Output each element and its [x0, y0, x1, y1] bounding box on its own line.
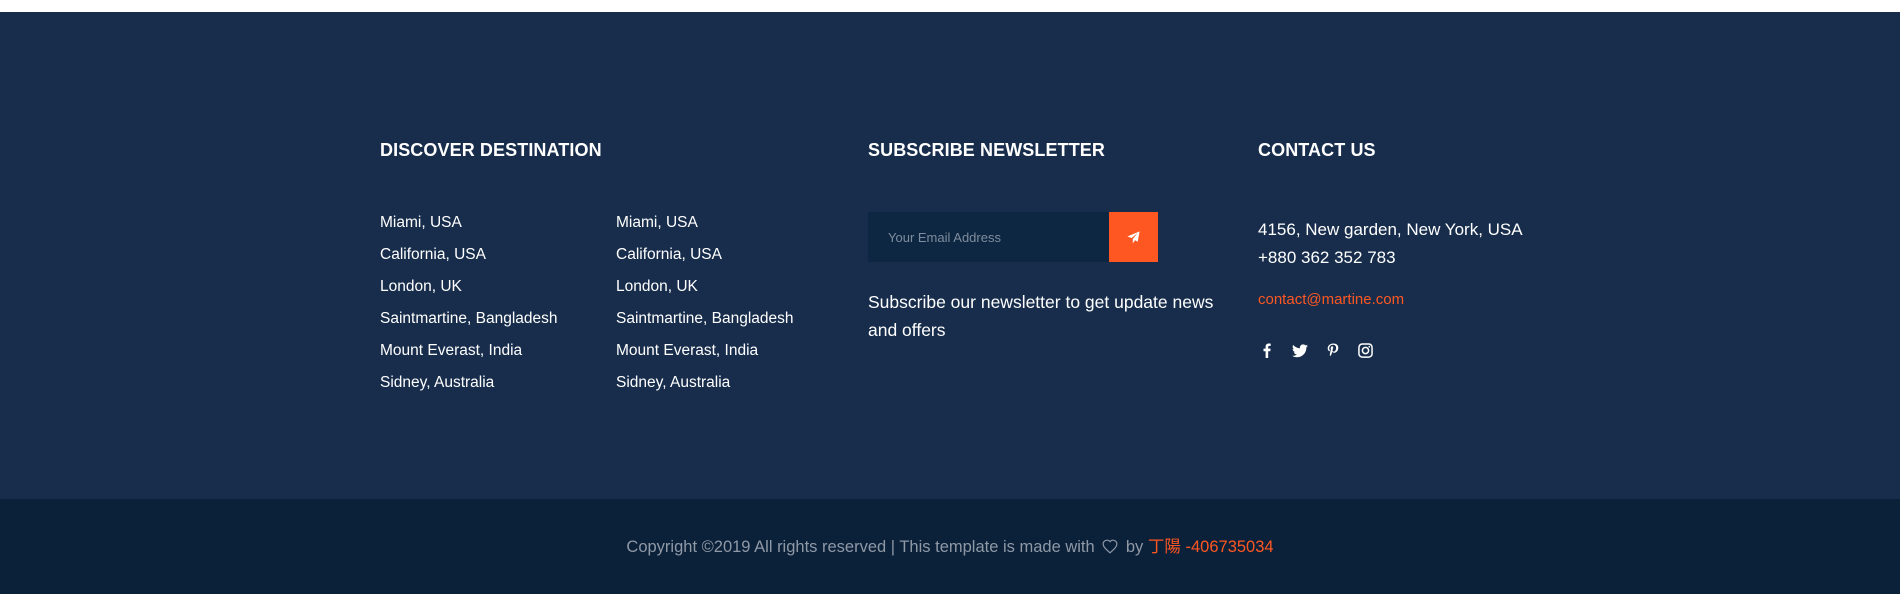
- destination-link[interactable]: Miami, USA: [380, 213, 462, 233]
- destination-link[interactable]: Sidney, Australia: [616, 373, 730, 393]
- list-item: Mount Everast, India: [616, 341, 794, 373]
- facebook-icon: [1263, 343, 1271, 358]
- newsletter-section: SUBSCRIBE NEWSLETTER Subscribe our newsl…: [868, 140, 1213, 340]
- top-strip: [0, 0, 1900, 12]
- twitter-icon: [1291, 343, 1308, 357]
- list-item: California, USA: [380, 245, 558, 277]
- contact-details: 4156, New garden, New York, USA +880 362…: [1258, 216, 1523, 272]
- subscribe-button[interactable]: [1109, 212, 1158, 262]
- list-item: Mount Everast, India: [380, 341, 558, 373]
- destination-heading: DISCOVER DESTINATION: [380, 140, 602, 160]
- facebook-link[interactable]: [1258, 342, 1275, 359]
- contact-email-link[interactable]: contact@martine.com: [1258, 291, 1404, 308]
- author-link[interactable]: 丁陽 -406735034: [1148, 538, 1274, 556]
- instagram-link[interactable]: [1357, 342, 1374, 359]
- instagram-icon: [1358, 343, 1373, 358]
- destination-link[interactable]: Saintmartine, Bangladesh: [616, 309, 794, 329]
- pinterest-link[interactable]: [1324, 342, 1341, 359]
- destination-link[interactable]: Sidney, Australia: [380, 373, 494, 393]
- twitter-link[interactable]: [1291, 342, 1308, 359]
- destination-link[interactable]: Mount Everast, India: [380, 341, 522, 361]
- destination-link[interactable]: California, USA: [380, 245, 486, 265]
- destination-link[interactable]: London, UK: [616, 277, 698, 297]
- list-item: California, USA: [616, 245, 794, 277]
- list-item: Miami, USA: [616, 213, 794, 245]
- paper-plane-icon: [1127, 230, 1140, 243]
- destination-link[interactable]: California, USA: [616, 245, 722, 265]
- list-item: Saintmartine, Bangladesh: [616, 309, 794, 341]
- contact-phone: +880 362 352 783: [1258, 248, 1396, 267]
- pinterest-icon: [1327, 343, 1338, 357]
- social-links: [1258, 342, 1374, 359]
- destination-link[interactable]: Miami, USA: [616, 213, 698, 233]
- list-item: Miami, USA: [380, 213, 558, 245]
- copyright-text: Copyright ©2019 All rights reserved | Th…: [0, 533, 1900, 557]
- copyright-by: by: [1125, 538, 1144, 556]
- copyright-prefix: Copyright ©2019 All rights reserved | Th…: [626, 538, 1095, 556]
- list-item: Saintmartine, Bangladesh: [380, 309, 558, 341]
- contact-heading: CONTACT US: [1258, 140, 1376, 160]
- newsletter-heading: SUBSCRIBE NEWSLETTER: [868, 140, 1106, 160]
- destination-section: DISCOVER DESTINATION Miami, USA Californ…: [380, 140, 794, 391]
- destination-link[interactable]: Mount Everast, India: [616, 341, 758, 361]
- contact-address: 4156, New garden, New York, USA: [1258, 220, 1523, 239]
- contact-section: CONTACT US 4156, New garden, New York, U…: [1258, 140, 1523, 358]
- list-item: Sidney, Australia: [616, 373, 794, 405]
- destination-link[interactable]: London, UK: [380, 277, 462, 297]
- email-input[interactable]: [868, 212, 1109, 262]
- newsletter-form: [868, 212, 1158, 262]
- list-item: London, UK: [380, 277, 558, 309]
- heart-icon: [1102, 539, 1118, 554]
- list-item: London, UK: [616, 277, 794, 309]
- newsletter-description: Subscribe our newsletter to get update n…: [868, 292, 1214, 340]
- destination-list-b: Miami, USA California, USA London, UK Sa…: [616, 213, 794, 405]
- list-item: Sidney, Australia: [380, 373, 558, 405]
- destination-link[interactable]: Saintmartine, Bangladesh: [380, 309, 558, 329]
- destination-list-a: Miami, USA California, USA London, UK Sa…: [380, 213, 558, 405]
